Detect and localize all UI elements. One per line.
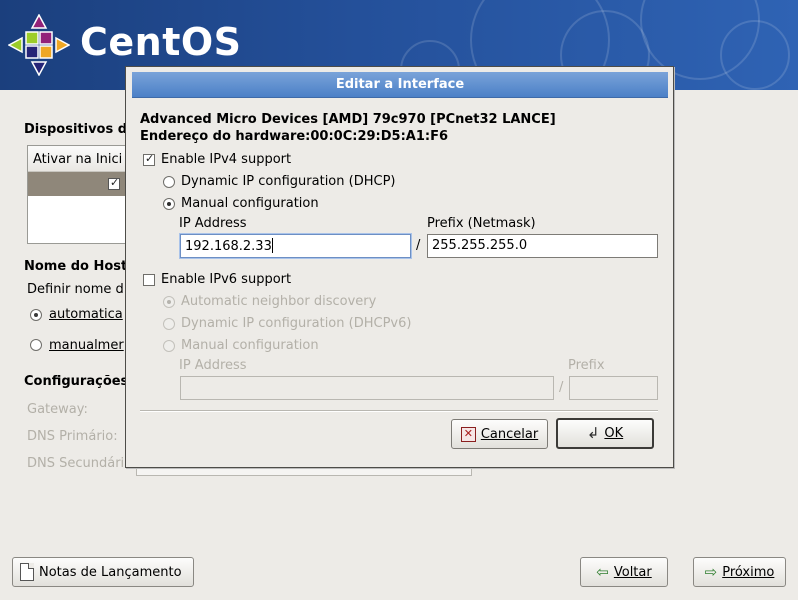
ipv6-manual-label[interactable]: Manual configuration [181,338,319,353]
brand-name: CentOS [80,20,242,64]
release-notes-button[interactable]: Notas de Lançamento [12,557,194,587]
ipv4-manual-label[interactable]: Manual configuration [181,196,319,211]
cancel-icon: ✕ [460,426,476,442]
hostname-auto-radio[interactable] [30,309,42,321]
banner-swirl [720,20,790,90]
devices-title: Dispositivos d [24,122,128,137]
devices-list[interactable]: Ativar na Inici [27,145,137,244]
hostname-manual-label[interactable]: manualmer [49,338,124,353]
ipv6-dhcp-radio[interactable] [163,318,175,330]
ipv4-slash: / [416,238,421,253]
ipv4-ip-label: IP Address [179,216,247,231]
devices-list-row[interactable] [28,172,136,196]
hostname-define-label: Definir nome d [27,282,124,297]
centos-logo-icon [8,14,70,76]
hostname-manual-radio[interactable] [30,339,42,351]
ipv4-enable-label[interactable]: Enable IPv4 support [161,152,291,167]
back-button[interactable]: ⇦ Voltar [580,557,668,587]
ipv4-prefix-value: 255.255.255.0 [432,238,528,253]
cancel-label: Cancelar [480,426,539,442]
devices-list-header[interactable]: Ativar na Inici [28,146,136,172]
ipv6-enable-label[interactable]: Enable IPv6 support [161,272,291,287]
ok-button[interactable]: ↲ OK [556,418,654,449]
arrow-right-icon: ⇨ [704,562,718,581]
ipv6-auto-label[interactable]: Automatic neighbor discovery [181,294,376,309]
dns-secondary-label: DNS Secundári [27,456,125,471]
document-icon [20,563,34,581]
next-label: Próximo [722,564,775,580]
gateway-label: Gateway: [27,402,88,417]
hardware-address: Endereço do hardware:00:0C:29:D5:A1:F6 [140,129,448,144]
release-notes-label: Notas de Lançamento [39,564,182,580]
back-label: Voltar [613,564,652,580]
ipv4-enable-checkbox[interactable] [143,152,155,166]
ipv6-slash: / [559,380,564,395]
ok-label: OK [604,426,624,441]
ipv6-auto-radio[interactable] [163,296,175,308]
ipv4-prefix-label: Prefix (Netmask) [427,216,536,231]
next-button[interactable]: ⇨ Próximo [693,557,786,587]
hostname-auto-label[interactable]: automatica [49,307,123,322]
ipv4-dhcp-label[interactable]: Dynamic IP configuration (DHCP) [181,174,395,189]
device-name: Advanced Micro Devices [AMD] 79c970 [PCn… [140,112,556,127]
ipv6-ip-label: IP Address [179,358,247,373]
ipv4-ip-value: 192.168.2.33 [185,239,272,254]
ipv6-dhcp-label[interactable]: Dynamic IP configuration (DHCPv6) [181,316,411,331]
dialog-separator [140,410,658,412]
settings-title: Configurações [24,374,129,389]
ipv6-prefix-label: Prefix [568,358,605,373]
ipv6-manual-radio[interactable] [163,340,175,352]
ipv4-manual-radio[interactable] [163,198,175,210]
hostname-title: Nome do Host [24,259,128,274]
ipv4-ip-input[interactable]: 192.168.2.33 [180,234,411,258]
ipv6-ip-input[interactable] [180,376,554,400]
ok-enter-icon: ↲ [586,424,600,442]
device-active-checkbox[interactable] [108,176,120,190]
ipv6-prefix-input[interactable] [569,376,658,400]
dialog-title: Editar a Interface [132,72,668,98]
ipv4-dhcp-radio[interactable] [163,176,175,188]
cancel-button[interactable]: ✕ Cancelar [451,419,548,449]
dns-primary-label: DNS Primário: [27,429,118,444]
text-cursor [271,238,273,253]
arrow-left-icon: ⇦ [596,562,609,581]
ipv6-enable-checkbox[interactable] [143,274,155,286]
ipv4-prefix-input[interactable]: 255.255.255.0 [427,234,658,258]
edit-interface-dialog: Editar a Interface Advanced Micro Device… [125,66,674,468]
